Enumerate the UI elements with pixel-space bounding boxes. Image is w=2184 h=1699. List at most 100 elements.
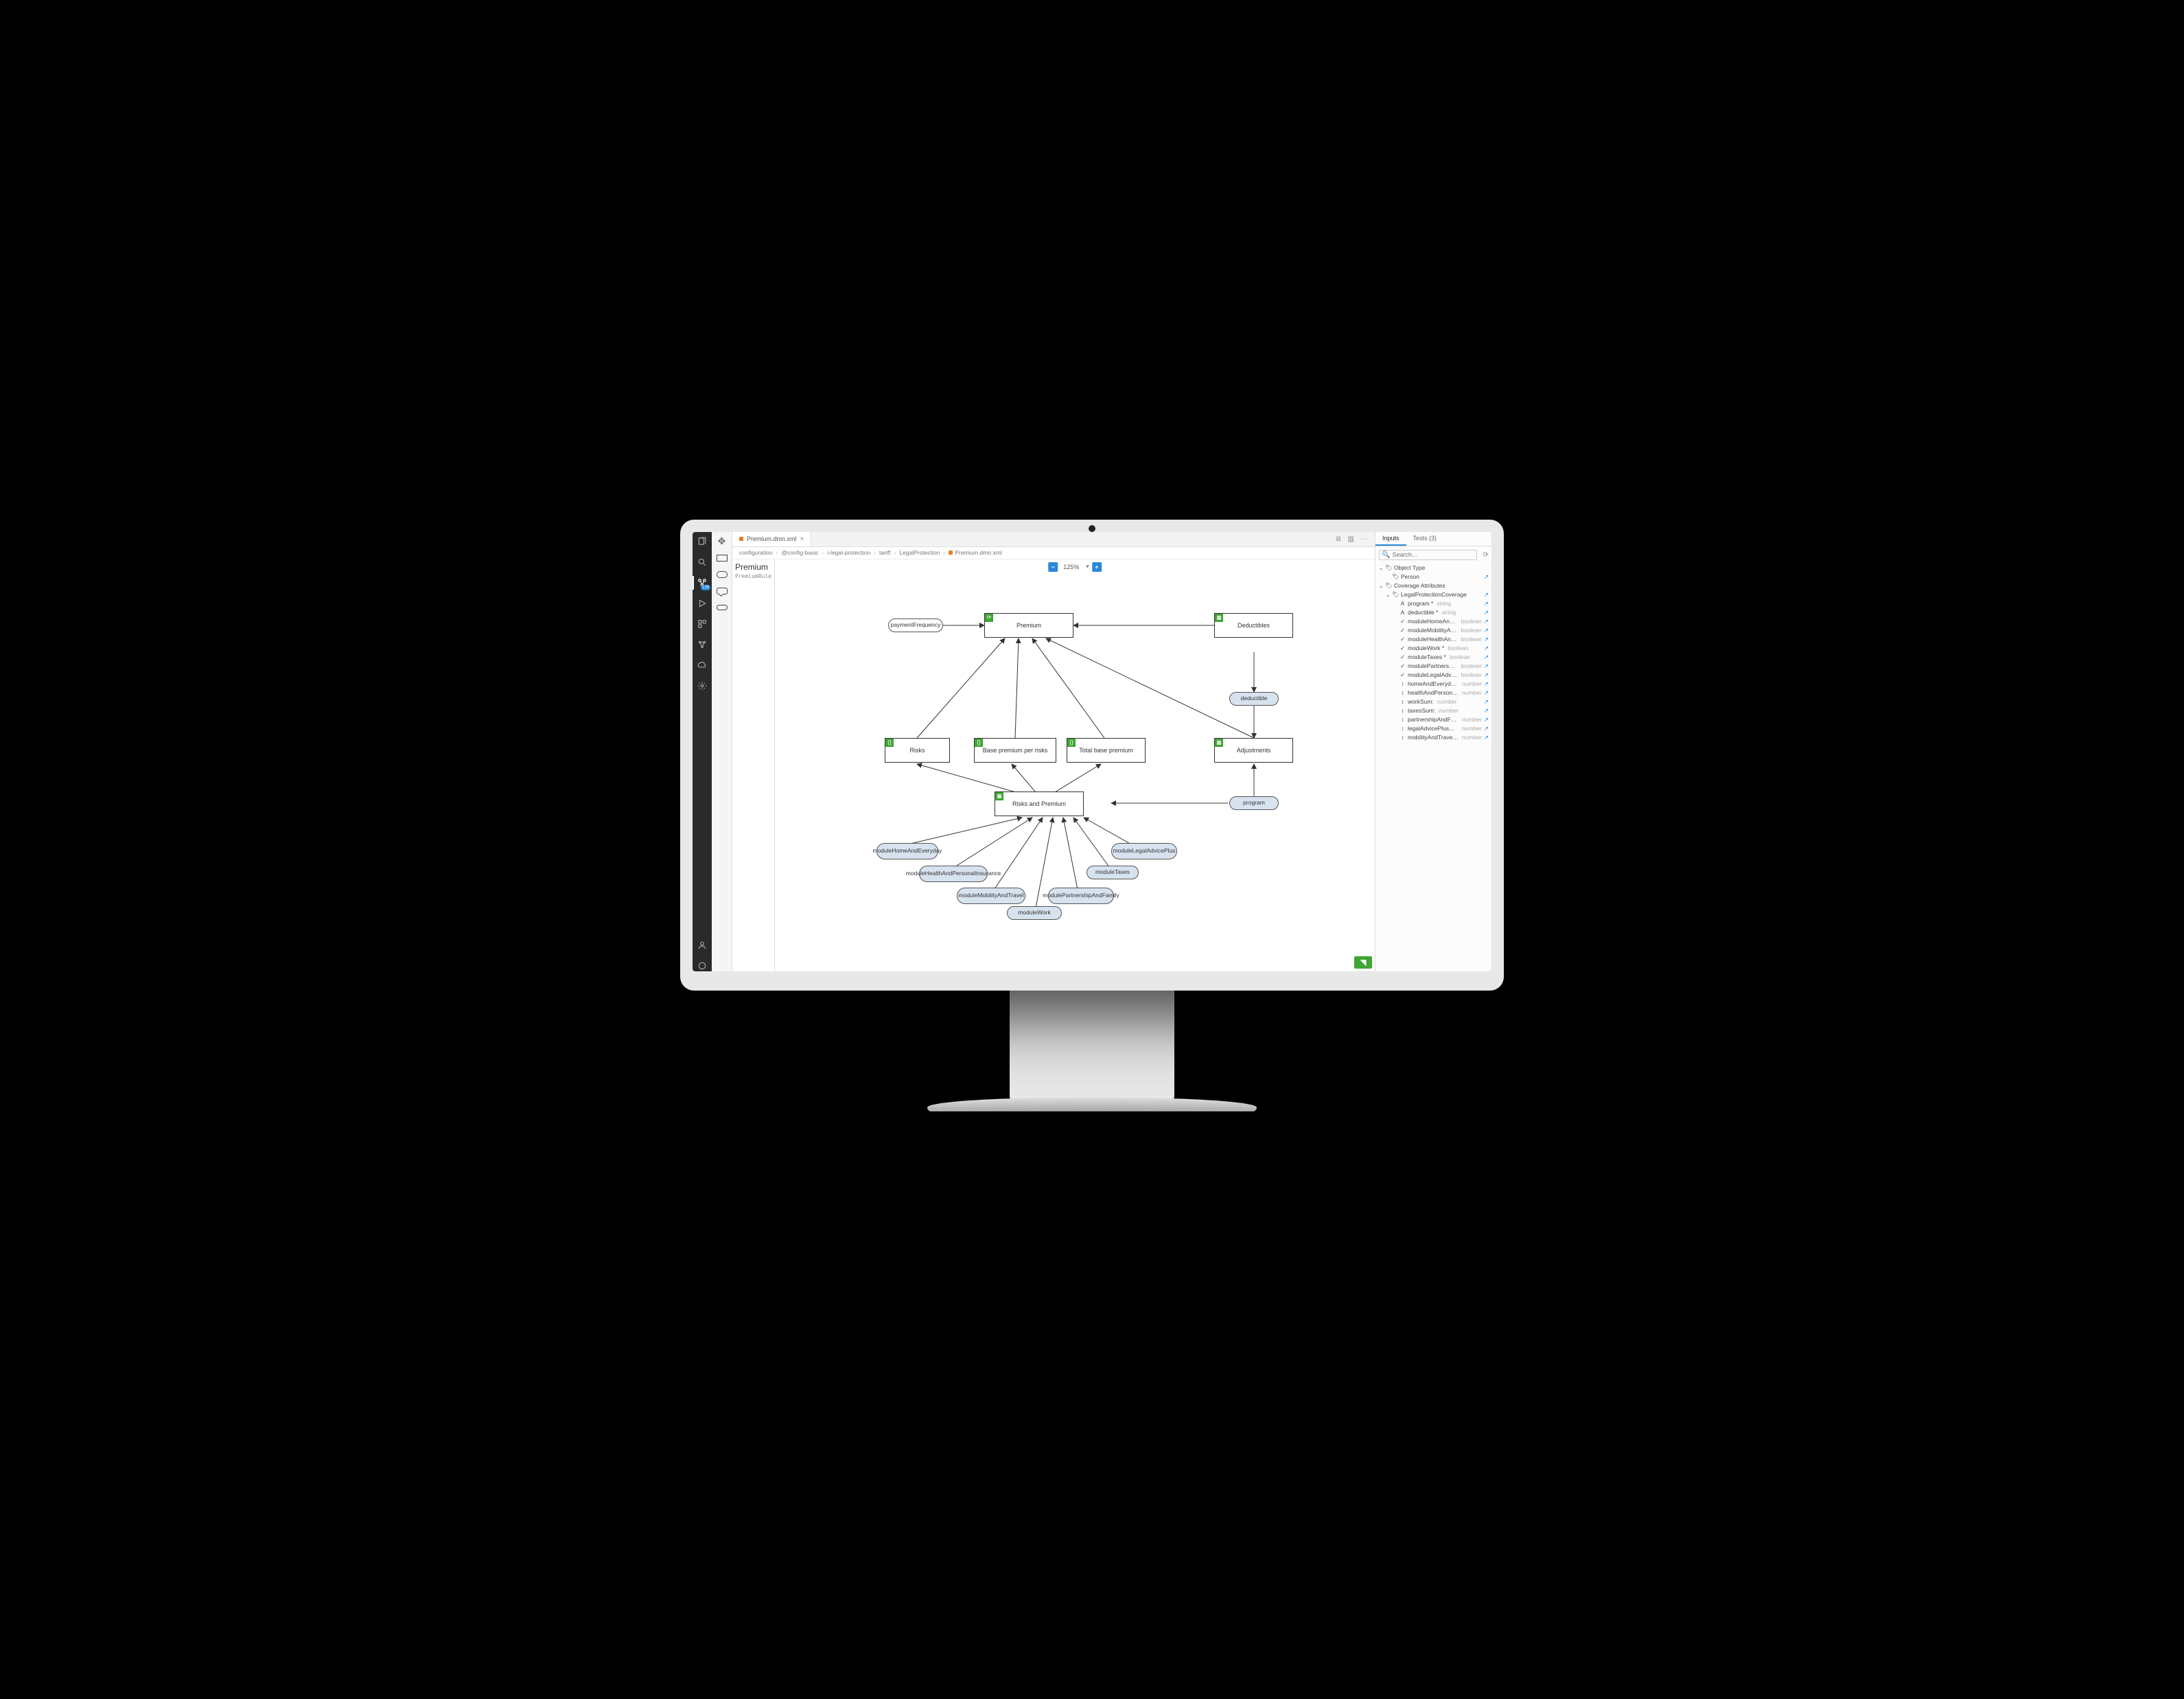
pointer-tool[interactable]: ✥: [715, 536, 729, 547]
settings-icon[interactable]: [697, 960, 708, 971]
pill-deductible[interactable]: deductible: [1229, 692, 1279, 706]
tree-row[interactable]: ✓moduleHealthAndPe…boolean↗: [1378, 635, 1489, 644]
graph-icon[interactable]: [697, 639, 708, 650]
node-risks[interactable]: {}Risks: [885, 738, 950, 763]
compare-icon[interactable]: ⧉: [1336, 535, 1340, 543]
pill-module-taxes[interactable]: moduleTaxes: [1087, 866, 1139, 879]
open-link-icon[interactable]: ↗: [1484, 734, 1489, 741]
zoom-in-button[interactable]: +: [1092, 562, 1102, 572]
pill-program[interactable]: program: [1229, 796, 1279, 810]
camera-dot: [1089, 525, 1095, 532]
code-icon: {}: [1067, 739, 1076, 747]
explorer-icon[interactable]: [697, 536, 708, 547]
open-link-icon[interactable]: ↗: [1484, 689, 1489, 697]
tab-inputs[interactable]: Inputs: [1375, 532, 1406, 546]
open-link-icon[interactable]: ↗: [1484, 609, 1489, 616]
type-icon: ✓: [1399, 672, 1406, 678]
pill-module-health[interactable]: moduleHealthAndPersonalInsurance: [919, 866, 988, 882]
monitor-stand: [1010, 991, 1174, 1100]
open-link-icon[interactable]: ↗: [1484, 591, 1489, 599]
tree-row[interactable]: ✓moduleWork *boolean↗: [1378, 644, 1489, 653]
tree-row[interactable]: ✓moduleLegalAdviceP…boolean↗: [1378, 671, 1489, 680]
open-link-icon[interactable]: ↗: [1484, 707, 1489, 715]
tree-row[interactable]: ↕workSum:number↗: [1378, 697, 1489, 706]
breadcrumb[interactable]: configuration› @config-basic› i-legal-pr…: [732, 547, 1375, 559]
open-link-icon[interactable]: ↗: [1484, 716, 1489, 724]
type-icon: ↕: [1399, 699, 1406, 705]
node-total-base[interactable]: {}Total base premium: [1067, 738, 1146, 763]
diagram-icon[interactable]: 129: [697, 577, 708, 588]
node-risks-premium[interactable]: ▦Risks and Premium: [995, 791, 1084, 816]
table-icon: ▦: [1215, 739, 1223, 747]
extensions-icon[interactable]: [697, 619, 708, 629]
pill-module-home[interactable]: moduleHomeAndEveryday: [876, 843, 938, 859]
open-link-icon[interactable]: ↗: [1484, 645, 1489, 652]
type-icon: ✓: [1399, 636, 1406, 643]
panel-tabs: Inputs Tests (3): [1375, 532, 1491, 546]
pill-module-work[interactable]: moduleWork: [1007, 906, 1062, 920]
tree-row[interactable]: ↕healthAndPersonalIn…:number↗: [1378, 689, 1489, 697]
rounded-tool[interactable]: [715, 569, 729, 580]
tool-palette: ✥: [712, 532, 732, 971]
pill-tool[interactable]: [715, 602, 729, 613]
tree-row[interactable]: ✓modulePartnershipA…boolean↗: [1378, 662, 1489, 671]
node-base-per-risk[interactable]: {}Base premium per risks: [974, 738, 1056, 763]
search-icon[interactable]: [697, 557, 708, 568]
account-icon[interactable]: [697, 940, 708, 951]
open-link-icon[interactable]: ↗: [1484, 725, 1489, 732]
split-icon[interactable]: ▥: [1348, 535, 1354, 543]
tree-row[interactable]: ✓moduleMobilityAndT…boolean↗: [1378, 626, 1489, 635]
run-icon[interactable]: [697, 598, 708, 609]
open-link-icon[interactable]: ↗: [1484, 627, 1489, 634]
open-link-icon[interactable]: ↗: [1484, 636, 1489, 643]
tree-row[interactable]: Adeductible *string↗: [1378, 608, 1489, 617]
tab-premium[interactable]: Premium.dmn.xml ×: [732, 532, 811, 546]
pill-payment-frequency[interactable]: paymentFrequency: [888, 619, 943, 632]
tree-row[interactable]: Aprogram *string↗: [1378, 599, 1489, 608]
node-adjustments[interactable]: ▦Adjustments: [1214, 738, 1293, 763]
open-link-icon[interactable]: ↗: [1484, 618, 1489, 625]
more-icon[interactable]: ⋯: [1361, 535, 1368, 543]
open-link-icon[interactable]: ↗: [1484, 662, 1489, 670]
type-icon: ✓: [1399, 654, 1406, 660]
search-input[interactable]: [1392, 551, 1474, 558]
tree-row[interactable]: ↕homeAndEverydayS…:number↗: [1378, 680, 1489, 689]
node-premium[interactable]: ⟳Premium: [984, 613, 1073, 638]
rule-subtitle: PremiumRule: [735, 573, 771, 579]
open-link-icon[interactable]: ↗: [1484, 600, 1489, 608]
tree-row[interactable]: ↕legalAdvicePlusSum:number↗: [1378, 724, 1489, 733]
type-icon: ✓: [1399, 627, 1406, 634]
tree-row[interactable]: ↕partnershipAndFamil…:number↗: [1378, 715, 1489, 724]
open-link-icon[interactable]: ↗: [1484, 698, 1489, 706]
node-deductibles[interactable]: ▦Deductibles: [1214, 613, 1293, 638]
attribute-tree[interactable]: ⌄🏷Object Type 🏷Person↗ ⌄🏷Coverage Attrib…: [1375, 564, 1491, 971]
tree-row[interactable]: ✓moduleHomeAndEve…boolean↗: [1378, 617, 1489, 626]
open-link-icon[interactable]: ↗: [1484, 654, 1489, 661]
pill-module-legal[interactable]: moduleLegalAdvicePlus: [1111, 843, 1177, 859]
refresh-icon[interactable]: ⟳: [1480, 551, 1491, 559]
open-link-icon[interactable]: ↗: [1484, 680, 1489, 688]
close-icon[interactable]: ×: [800, 535, 804, 543]
search-box[interactable]: 🔍: [1379, 550, 1477, 560]
zoom-dropdown-icon[interactable]: ▾: [1084, 563, 1091, 570]
tab-label: Premium.dmn.xml: [747, 535, 797, 542]
zoom-out-button[interactable]: −: [1048, 562, 1058, 572]
badge: 129: [701, 585, 710, 590]
tree-row[interactable]: ↕taxesSum:number↗: [1378, 706, 1489, 715]
type-icon: ✓: [1399, 663, 1406, 669]
rect-tool[interactable]: [715, 553, 729, 564]
open-link-icon[interactable]: ↗: [1484, 573, 1489, 581]
comment-tool[interactable]: [715, 586, 729, 597]
tab-tests[interactable]: Tests (3): [1406, 532, 1444, 546]
tree-row[interactable]: ✓moduleTaxes *boolean↗: [1378, 653, 1489, 662]
code-icon: {}: [975, 739, 983, 747]
pill-module-partnership[interactable]: modulePartnershipAndFamily: [1048, 888, 1114, 904]
cloud-icon[interactable]: [697, 660, 708, 671]
diagram-canvas[interactable]: − 125% ▾ +: [775, 559, 1375, 971]
pill-module-mobility[interactable]: moduleMobilityAndTravel: [957, 888, 1025, 904]
open-link-icon[interactable]: ↗: [1484, 671, 1489, 679]
gear-icon[interactable]: [697, 680, 708, 691]
type-icon: ↕: [1399, 681, 1406, 687]
tree-row[interactable]: ↕mobilityAndTravelSum:number↗: [1378, 733, 1489, 742]
type-icon: ↕: [1399, 735, 1406, 741]
